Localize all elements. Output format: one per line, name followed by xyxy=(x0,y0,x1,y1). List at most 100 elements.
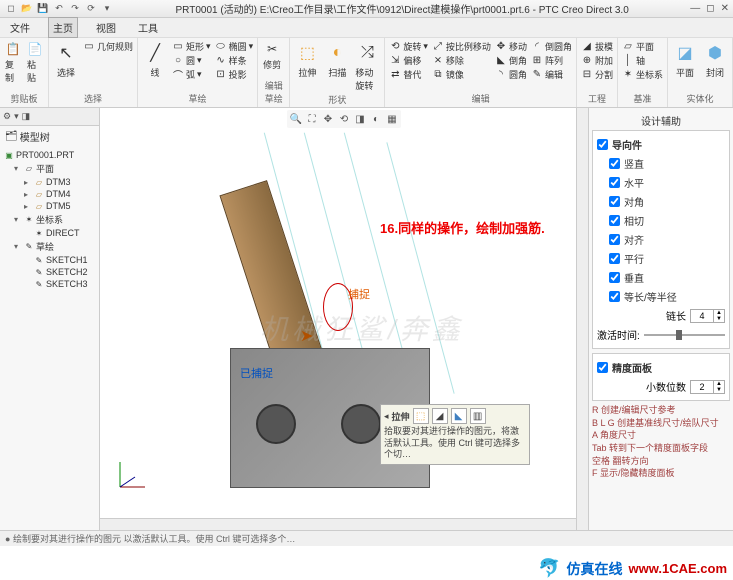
editop-button[interactable]: ✎编辑 xyxy=(531,68,572,81)
chk-guide-header[interactable] xyxy=(597,139,608,150)
tree-node-direct[interactable]: ✶DIRECT xyxy=(2,227,97,239)
plane-button[interactable]: ▱平面 xyxy=(622,40,663,53)
chk-equal[interactable] xyxy=(609,291,620,302)
paste-button[interactable]: 📄粘贴 xyxy=(26,40,44,85)
group-label-sketch: 草绘 xyxy=(142,92,253,105)
redo-icon[interactable]: ↷ xyxy=(68,2,82,16)
copy-button[interactable]: 📋复制 xyxy=(4,40,22,85)
spin-down-icon[interactable]: ▼ xyxy=(713,316,724,322)
rect-button[interactable]: ▭矩形▾ xyxy=(172,40,211,53)
draft-button[interactable]: ◢拔模 xyxy=(581,40,613,53)
zoom-in-icon[interactable]: 🔍 xyxy=(289,112,303,126)
popup-opt2-icon[interactable]: ◢ xyxy=(432,408,448,424)
chamfer-button[interactable]: ◣倒角 xyxy=(495,54,527,67)
scale-button[interactable]: ⤢按比例移动 xyxy=(432,40,491,53)
decimal-value[interactable] xyxy=(691,381,713,393)
fillet-button[interactable]: ◜倒圆角 xyxy=(531,40,572,53)
select-button[interactable]: ↖选择 xyxy=(53,40,79,80)
tree-root-node[interactable]: ▣ PRT0001.PRT xyxy=(2,149,97,161)
regen-icon[interactable]: ⟳ xyxy=(84,2,98,16)
spline-button[interactable]: ∿样条 xyxy=(215,54,254,67)
trim-button[interactable]: ✂修剪 xyxy=(262,40,282,72)
chk-parallel[interactable] xyxy=(609,253,620,264)
replace-button[interactable]: ⇄替代 xyxy=(389,68,428,81)
popup-opt4-icon[interactable]: ▥ xyxy=(470,408,486,424)
sweep-button[interactable]: ◐扫描 xyxy=(324,40,350,80)
tree-node-dtm3[interactable]: ▸▱DTM3 xyxy=(2,176,97,188)
zoom-fit-icon[interactable]: ⛶ xyxy=(305,112,319,126)
rotate-icon[interactable]: ⟲ xyxy=(337,112,351,126)
remove-button[interactable]: ⨯移除 xyxy=(432,54,491,67)
axis-button[interactable]: │轴 xyxy=(622,54,663,67)
chk-precision-header[interactable] xyxy=(597,362,608,373)
line-button[interactable]: ╱线 xyxy=(142,40,168,80)
tree-node-sketch2[interactable]: ✎SKETCH2 xyxy=(2,266,97,278)
move-button[interactable]: ✥移动 xyxy=(495,40,527,53)
tab-home[interactable]: 主页 xyxy=(48,17,78,38)
tree-node-sketches[interactable]: ▾✎草绘 xyxy=(2,239,97,254)
planar-button[interactable]: ◪平面 xyxy=(672,40,698,80)
attach-button[interactable]: ⊕附加 xyxy=(581,54,613,67)
chk-perp[interactable] xyxy=(609,272,620,283)
tree-node-dtm5[interactable]: ▸▱DTM5 xyxy=(2,200,97,212)
tree-show-icon[interactable]: ◨ xyxy=(22,111,31,122)
chain-value[interactable] xyxy=(691,310,713,322)
geom-rule-button[interactable]: ▭几何规则 xyxy=(83,40,133,53)
tree-filter-icon[interactable]: ▾ xyxy=(14,111,19,122)
tree-settings-icon[interactable]: ⚙ xyxy=(3,111,11,122)
ellipse-button[interactable]: ⬭椭圆▾ xyxy=(215,40,254,53)
window-icon[interactable]: ▾ xyxy=(100,2,114,16)
chk-horizontal[interactable] xyxy=(609,177,620,188)
csys-button[interactable]: ✶坐标系 xyxy=(622,68,663,81)
tree-node-sketch1[interactable]: ✎SKETCH1 xyxy=(2,254,97,266)
popup-opt1-icon[interactable]: ⬚ xyxy=(413,408,429,424)
coord-axes-icon xyxy=(110,457,150,500)
tab-tools[interactable]: 工具 xyxy=(134,18,162,37)
chk-align[interactable] xyxy=(609,234,620,245)
tree-node-sketch3[interactable]: ✎SKETCH3 xyxy=(2,278,97,290)
tab-view[interactable]: 视图 xyxy=(92,18,120,37)
maximize-icon[interactable]: ◻ xyxy=(706,3,714,14)
tree-node-csys[interactable]: ▾✶坐标系 xyxy=(2,212,97,227)
chk-vertical[interactable] xyxy=(609,158,620,169)
display-icon[interactable]: ◨ xyxy=(353,112,367,126)
spin-down2-icon[interactable]: ▼ xyxy=(713,387,724,393)
tree-node-dtm4[interactable]: ▸▱DTM4 xyxy=(2,188,97,200)
arc-button[interactable]: ⌒弧▾ xyxy=(172,68,211,81)
open-icon[interactable]: 📂 xyxy=(20,2,34,16)
offset-button[interactable]: ⇲偏移 xyxy=(389,54,428,67)
chk-tangent[interactable] xyxy=(609,215,620,226)
close-icon[interactable]: ✕ xyxy=(721,3,729,14)
shade-icon[interactable]: ◐ xyxy=(369,112,383,126)
rotate-button[interactable]: ⟲旋转▾ xyxy=(389,40,428,53)
extrude-button[interactable]: ⬚拉伸 xyxy=(294,40,320,80)
project-button[interactable]: ⊡投影 xyxy=(215,68,254,81)
snap-label-2: 已捕捉 xyxy=(240,365,273,381)
pan-icon[interactable]: ✥ xyxy=(321,112,335,126)
undo-icon[interactable]: ↶ xyxy=(52,2,66,16)
chain-spinner[interactable]: ▲▼ xyxy=(690,309,725,323)
viewport[interactable]: 🔍 ⛶ ✥ ⟲ ◨ ◐ ▦ 机械狂鲨/奔鑫 捕捉 ➤ 已捕捉 xyxy=(100,108,588,530)
circle-button[interactable]: ○圆▾ xyxy=(172,54,211,67)
tree-node-planes[interactable]: ▾▱平面 xyxy=(2,161,97,176)
save-icon[interactable]: 💾 xyxy=(36,2,50,16)
new-icon[interactable]: ◻ xyxy=(4,2,18,16)
main-area: ⚙ ▾ ◨ 🗂 模型树 ▣ PRT0001.PRT ▾▱平面 ▸▱DTM3 ▸▱… xyxy=(0,108,733,530)
horizontal-scrollbar[interactable] xyxy=(100,518,576,530)
round-button[interactable]: ◝圆角 xyxy=(495,68,527,81)
popup-back-icon[interactable]: ◂ xyxy=(384,411,389,422)
tab-file[interactable]: 文件 xyxy=(6,18,34,37)
persp-icon[interactable]: ▦ xyxy=(385,112,399,126)
group-label-edit: 编辑 xyxy=(389,92,572,105)
decimal-spinner[interactable]: ▲▼ xyxy=(690,380,725,394)
moverot-button[interactable]: ⤮移动旋转 xyxy=(354,40,380,93)
chk-diagonal[interactable] xyxy=(609,196,620,207)
minimize-icon[interactable]: — xyxy=(690,3,700,14)
vertical-scrollbar[interactable] xyxy=(576,108,588,530)
split-button[interactable]: ⊟分割 xyxy=(581,68,613,81)
popup-opt3-icon[interactable]: ◣ xyxy=(451,408,467,424)
mirror-button[interactable]: ⧉镜像 xyxy=(432,68,491,81)
activate-slider[interactable] xyxy=(644,331,725,339)
close-vol-button[interactable]: ⬢封闭 xyxy=(702,40,728,80)
pattern-button[interactable]: ⊞阵列 xyxy=(531,54,572,67)
